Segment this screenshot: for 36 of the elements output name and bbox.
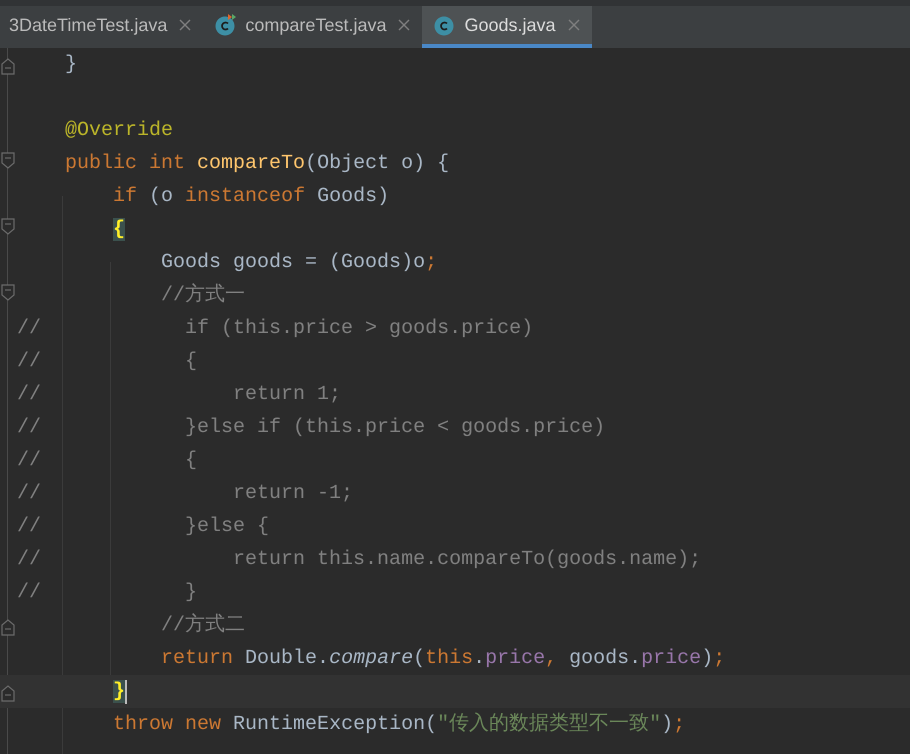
fold-icon[interactable]: [1, 152, 15, 169]
code-line: // return this.name.compareTo(goods.name);: [17, 546, 702, 572]
code-line: //方式一: [160, 282, 246, 308]
fold-icon[interactable]: [1, 284, 15, 301]
code-line: // {: [17, 348, 198, 374]
code-line: // if (this.price > goods.price): [17, 316, 534, 342]
code-line: // return 1;: [17, 382, 342, 408]
runnable-class-icon: [215, 14, 238, 36]
fold-icon[interactable]: [1, 685, 15, 702]
code-line: // {: [17, 448, 198, 474]
tab-label: 3DateTimeTest.java: [9, 14, 168, 37]
code-line: @Override: [64, 118, 174, 144]
close-icon[interactable]: [398, 19, 410, 31]
fold-icon[interactable]: [1, 218, 15, 235]
code-line: // }else {: [17, 514, 270, 540]
code-line: return Double.compare(this.price, goods.price);: [160, 646, 726, 672]
tab-label: Goods.java: [464, 14, 556, 37]
code-line: // return -1;: [17, 480, 354, 506]
editor-tab[interactable]: Goods.java: [422, 6, 592, 48]
code-line: // }: [17, 580, 198, 606]
close-icon[interactable]: [179, 19, 192, 31]
code-line: throw new RuntimeException("传入的数据类型不一致");: [112, 712, 686, 738]
code-line: Goods goods = (Goods)o;: [160, 250, 438, 276]
fold-icon[interactable]: [1, 58, 15, 75]
code-line: // }else if (this.price < goods.price): [17, 414, 606, 440]
text-cursor: [125, 680, 128, 704]
editor-tab[interactable]: compareTest.java: [203, 6, 422, 48]
code-line: if (o instanceof Goods): [112, 184, 390, 210]
editor-tab[interactable]: 3DateTimeTest.java: [0, 6, 204, 48]
close-icon[interactable]: [568, 19, 580, 31]
fold-icon[interactable]: [1, 619, 15, 636]
tab-label: compareTest.java: [245, 14, 386, 37]
class-icon: [434, 14, 456, 36]
code-line: }: [64, 52, 78, 78]
code-line: public int compareTo(Object o) {: [64, 150, 450, 176]
code-line: //方式二: [160, 612, 246, 638]
